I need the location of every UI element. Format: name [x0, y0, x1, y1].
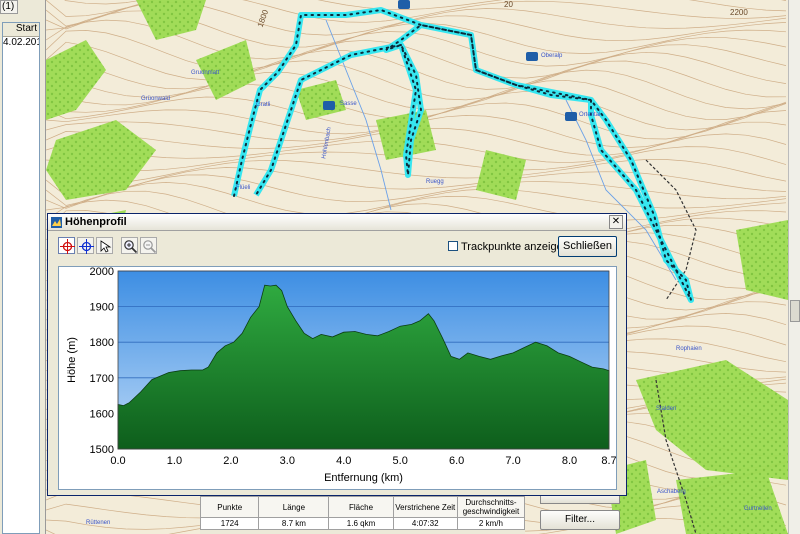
checkbox-box[interactable] [448, 241, 458, 251]
place-label: Grüonwald [141, 96, 171, 102]
place-label: Flüeli [236, 185, 251, 191]
value-area: 1.6 qkm [328, 517, 394, 530]
profile-app-icon [51, 217, 62, 228]
dialog-title: Höhenprofil [65, 216, 127, 228]
x-tick-label: 2.0 [223, 455, 238, 467]
x-tick-label: 8.0 [562, 455, 577, 467]
y-tick-label: 2000 [90, 267, 114, 278]
place-label: Stalden [656, 406, 677, 412]
contour-label: 2200 [730, 8, 748, 17]
x-tick-label: 8.7 [601, 455, 616, 467]
value-elapsed-time: 4:07:32 [392, 517, 458, 530]
y-axis-label: Höhe (m) [66, 337, 78, 383]
x-tick-label: 0.0 [110, 455, 125, 467]
trackpoints-label: Trackpunkte anzeigen [461, 241, 569, 253]
y-tick-label: 1800 [90, 337, 114, 349]
map-scrollbar[interactable] [788, 0, 800, 534]
zoom-in-button[interactable] [121, 237, 138, 254]
header-points: Punkte [199, 496, 260, 518]
track-tab[interactable]: (1) [0, 0, 18, 14]
zoom-out-button[interactable] [140, 237, 157, 254]
y-tick-label: 1700 [90, 373, 114, 385]
x-axis-ticks: 0.0 1.0 2.0 3.0 4.0 5.0 6.0 7.0 8.0 8.7 [110, 455, 616, 467]
crosshair-red-icon [60, 239, 75, 254]
x-axis-label: Entfernung (km) [324, 472, 403, 484]
header-area: Fläche [328, 496, 394, 518]
trackpoints-checkbox[interactable]: Trackpunkte anzeigen [448, 241, 569, 253]
crosshair-blue-icon [79, 239, 94, 254]
x-tick-label: 7.0 [505, 455, 520, 467]
pointer-tool-button[interactable] [96, 237, 113, 254]
x-tick-label: 3.0 [280, 455, 295, 467]
header-elapsed-time: Verstrichene Zeit [392, 496, 458, 518]
place-label: Gratli [256, 102, 271, 108]
start-date-cell[interactable]: 4.02.2010 [3, 37, 39, 48]
place-label: Oberalp [541, 53, 563, 59]
place-label: Sasse [340, 101, 357, 107]
column-header-start[interactable]: Start [3, 23, 39, 37]
crosshair-blue-tool-button[interactable] [77, 237, 94, 254]
elevation-chart[interactable]: 150016001700180019002000 0.0 1.0 2.0 3.0 4.0… [59, 266, 617, 489]
track-list-panel: (1) Start 4.02.2010 [0, 0, 46, 534]
x-tick-label: 5.0 [393, 455, 408, 467]
hidden-button[interactable] [540, 496, 620, 504]
zoom-in-icon [124, 240, 138, 254]
header-length: Länge [258, 496, 330, 518]
camera-icon[interactable] [323, 101, 335, 110]
x-tick-label: 6.0 [449, 455, 464, 467]
place-label: Gruonmatt [191, 70, 220, 76]
track-list[interactable]: Start 4.02.2010 [2, 22, 40, 534]
place-label: Gurtnellen [744, 506, 772, 512]
scrollbar-thumb[interactable] [790, 300, 800, 322]
place-label: Aschaberg [657, 489, 686, 495]
elevation-profile-dialog: Höhenprofil ✕ Trackpunkte anzeigen Schli… [47, 213, 627, 496]
contour-label: 20 [504, 0, 513, 9]
zoom-out-icon [143, 240, 157, 254]
filter-button[interactable]: Filter... [540, 510, 620, 530]
crosshair-tool-button[interactable] [58, 237, 75, 254]
y-tick-label: 1600 [90, 408, 114, 420]
close-button[interactable]: Schließen [558, 236, 617, 257]
value-length: 8.7 km [258, 517, 330, 530]
value-points: 1724 [199, 517, 260, 530]
x-tick-label: 1.0 [167, 455, 182, 467]
x-tick-label: 4.0 [336, 455, 351, 467]
dialog-titlebar[interactable]: Höhenprofil ✕ [48, 214, 626, 231]
pointer-icon [100, 240, 112, 253]
value-avg-speed: 2 km/h [456, 517, 526, 530]
elevation-chart-area[interactable]: 1500 1600 1700 1800 1900 2000 0.0 1.0 2.0 3.0 4.0… [58, 266, 617, 490]
camera-icon[interactable] [398, 0, 410, 9]
statistics-table: Punkte Länge Fläche Verstrichene Zeit Du… [199, 496, 526, 530]
y-axis-ticks: 150016001700180019002000 [90, 266, 114, 456]
track-statistics: Punkte Länge Fläche Verstrichene Zeit Du… [199, 496, 526, 534]
place-label: Ortental [579, 112, 601, 118]
place-label: Rüttenen [86, 520, 111, 526]
place-label: Ruegg [426, 179, 444, 185]
place-label: Rophaien [676, 346, 702, 352]
header-avg-speed: Durchschnitts-geschwindigkeit [456, 496, 526, 518]
photo-markers[interactable] [323, 0, 577, 121]
close-icon[interactable]: ✕ [609, 215, 623, 229]
y-tick-label: 1900 [90, 302, 114, 314]
camera-icon[interactable] [565, 112, 577, 121]
camera-icon[interactable] [526, 52, 538, 61]
